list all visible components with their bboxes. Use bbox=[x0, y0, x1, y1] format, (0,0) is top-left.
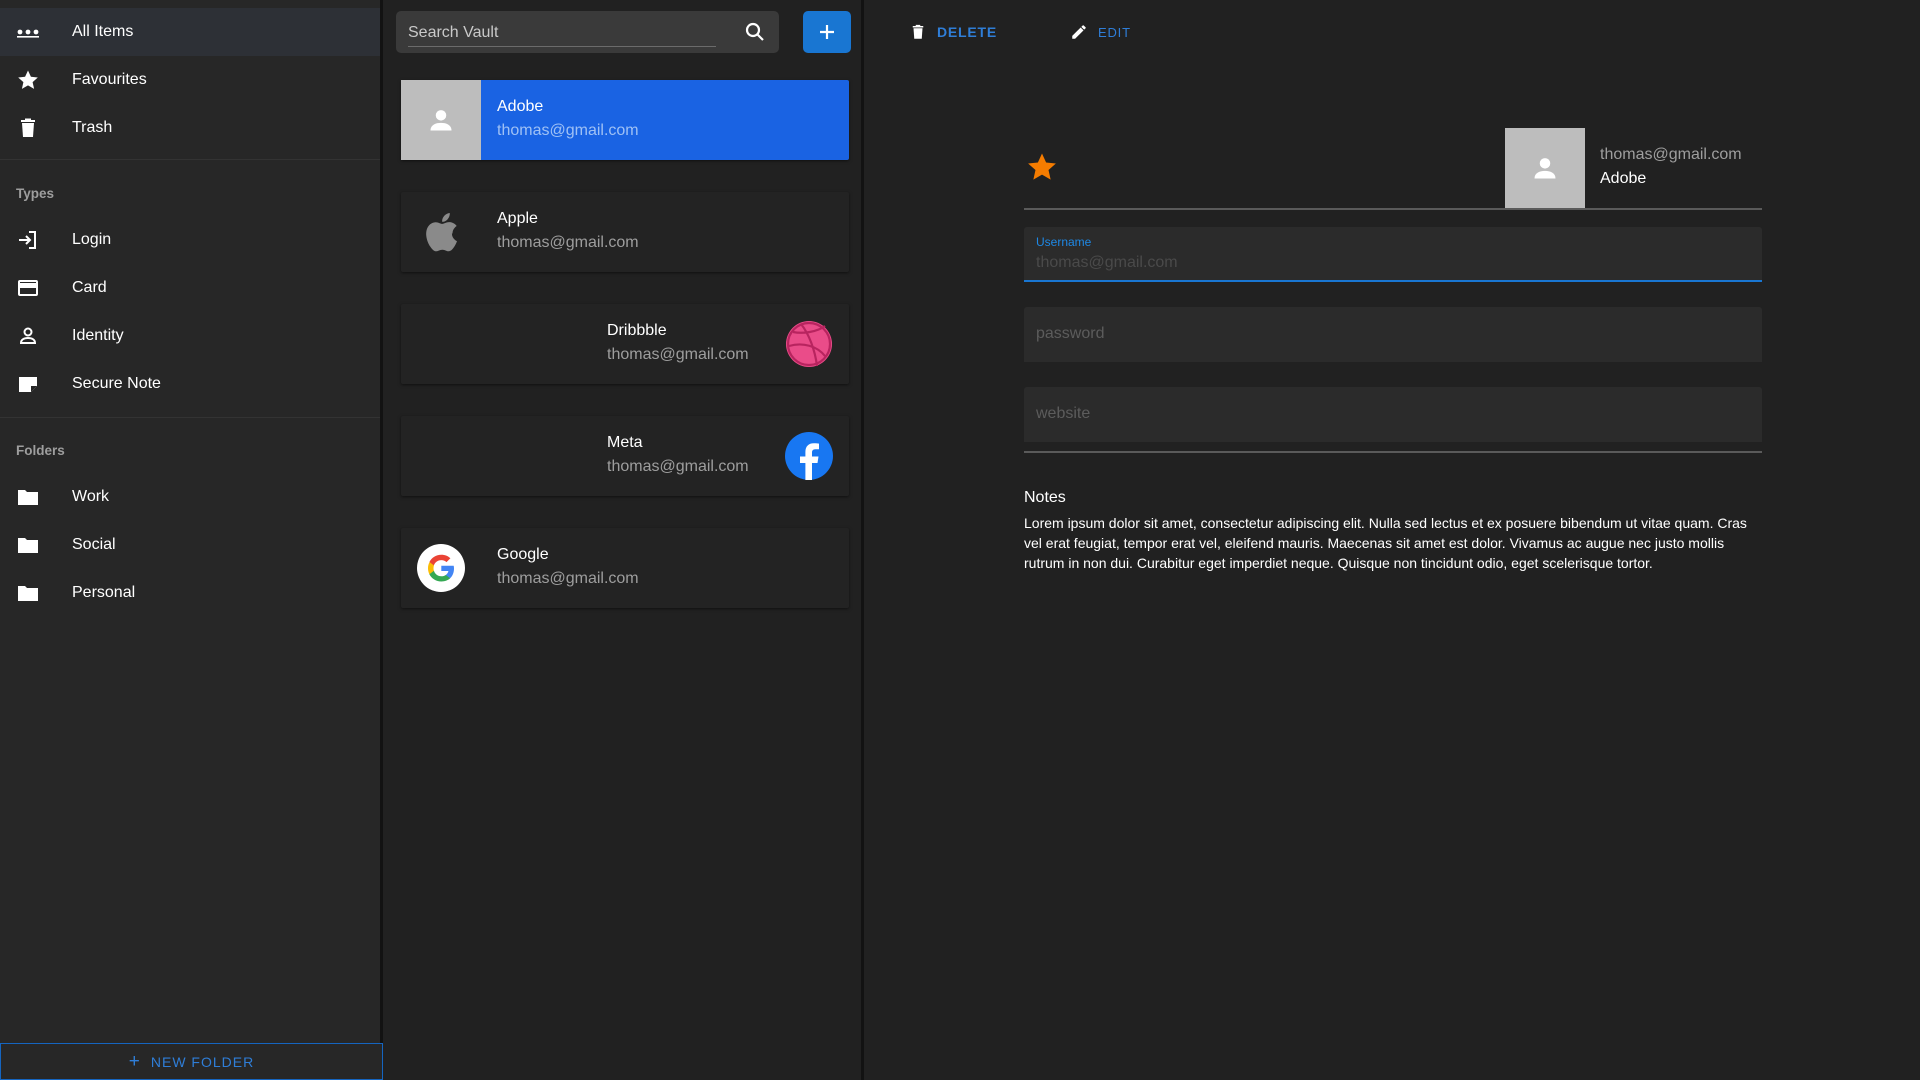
sidebar-item-identity[interactable]: Identity bbox=[0, 312, 380, 360]
item-subtitle: thomas@gmail.com bbox=[497, 122, 639, 139]
username-label: Username bbox=[1036, 235, 1092, 249]
sidebar-divider bbox=[0, 159, 380, 160]
new-folder-button[interactable]: + NEW FOLDER bbox=[0, 1043, 383, 1080]
trash-icon bbox=[912, 24, 924, 39]
sidebar-item-label: All Items bbox=[72, 23, 134, 40]
sidebar-item-label: Identity bbox=[72, 327, 124, 344]
item-title: Dribbble bbox=[607, 322, 667, 339]
delete-label: DELETE bbox=[937, 24, 998, 40]
username-input[interactable] bbox=[1036, 252, 1736, 274]
item-detail-pane: DELETE EDIT thomas@gmail.com Adobe Usern… bbox=[867, 0, 1920, 1080]
search-box bbox=[396, 11, 779, 53]
facebook-logo-icon bbox=[784, 431, 834, 481]
folder-icon bbox=[16, 485, 40, 509]
fields-divider bbox=[1024, 451, 1762, 453]
note-icon bbox=[16, 372, 40, 396]
vault-item-list-pane: Adobe thomas@gmail.com Apple thomas@gmai… bbox=[386, 0, 864, 1080]
sidebar-folders-group: Work Social Personal bbox=[0, 473, 380, 617]
apple-logo-icon bbox=[416, 207, 466, 257]
item-title: Adobe bbox=[1600, 170, 1647, 187]
sidebar-item-secure-note[interactable]: Secure Note bbox=[0, 360, 380, 408]
sidebar-item-label: Personal bbox=[72, 584, 136, 601]
sidebar-item-label: Social bbox=[72, 536, 116, 553]
folder-icon bbox=[16, 533, 40, 557]
pencil-icon bbox=[1072, 25, 1086, 39]
vault-item-google[interactable]: Google thomas@gmail.com bbox=[401, 528, 849, 608]
star-icon bbox=[16, 68, 40, 92]
plus-icon bbox=[820, 25, 834, 39]
item-title: Adobe bbox=[497, 98, 544, 115]
header-divider bbox=[1024, 208, 1762, 210]
credit-card-icon bbox=[16, 276, 40, 300]
login-icon bbox=[16, 228, 40, 252]
password-field bbox=[1024, 307, 1762, 362]
item-subtitle: thomas@gmail.com bbox=[607, 346, 749, 363]
sidebar-item-label: Secure Note bbox=[72, 375, 161, 392]
sidebar-item-label: Work bbox=[72, 488, 110, 505]
sidebar-item-label: Favourites bbox=[72, 71, 147, 88]
notes-text: Lorem ipsum dolor sit amet, consectetur … bbox=[1024, 515, 1747, 571]
sidebar-item-card[interactable]: Card bbox=[0, 264, 380, 312]
sidebar-item-label: Login bbox=[72, 231, 112, 248]
notes-title: Notes bbox=[1024, 489, 1066, 506]
trash-icon bbox=[16, 116, 40, 140]
vault-item-dribbble[interactable]: Dribbble thomas@gmail.com bbox=[401, 304, 849, 384]
more-dots-icon bbox=[16, 20, 40, 44]
folder-icon bbox=[16, 581, 40, 605]
item-title: Meta bbox=[607, 434, 643, 451]
vault-item-apple[interactable]: Apple thomas@gmail.com bbox=[401, 192, 849, 272]
person-icon bbox=[16, 324, 40, 348]
username-field: Username bbox=[1024, 227, 1762, 282]
person-placeholder-icon bbox=[401, 80, 481, 160]
types-section-title: Types bbox=[16, 186, 55, 201]
dribbble-logo-icon bbox=[784, 319, 834, 369]
edit-label: EDIT bbox=[1098, 24, 1131, 40]
new-folder-label: NEW FOLDER bbox=[150, 1053, 255, 1070]
search-icon[interactable] bbox=[743, 20, 767, 44]
item-email: thomas@gmail.com bbox=[1600, 146, 1742, 163]
sidebar-item-favourites[interactable]: Favourites bbox=[0, 56, 380, 104]
vault-app: All Items Favourites Trash Types Login C… bbox=[0, 0, 1920, 1080]
item-subtitle: thomas@gmail.com bbox=[497, 234, 639, 251]
item-subtitle: thomas@gmail.com bbox=[607, 458, 749, 475]
item-title: Google bbox=[497, 546, 549, 563]
sidebar-item-social[interactable]: Social bbox=[0, 521, 380, 569]
sidebar-item-label: Card bbox=[72, 279, 107, 296]
sidebar-divider bbox=[0, 417, 380, 418]
favourite-star-icon[interactable] bbox=[1025, 150, 1059, 184]
sidebar: All Items Favourites Trash Types Login C… bbox=[0, 0, 383, 1080]
sidebar-item-all-items[interactable]: All Items bbox=[0, 8, 380, 56]
password-input[interactable] bbox=[1036, 323, 1736, 345]
sidebar-item-login[interactable]: Login bbox=[0, 216, 380, 264]
sidebar-item-personal[interactable]: Personal bbox=[0, 569, 380, 617]
sidebar-item-work[interactable]: Work bbox=[0, 473, 380, 521]
sidebar-types-group: Login Card Identity Secure Note bbox=[0, 216, 380, 408]
website-field bbox=[1024, 387, 1762, 442]
sidebar-main-group: All Items Favourites Trash bbox=[0, 8, 380, 152]
sidebar-item-label: Trash bbox=[72, 119, 113, 136]
item-title: Apple bbox=[497, 210, 538, 227]
google-logo-icon bbox=[416, 543, 466, 593]
edit-button[interactable]: EDIT bbox=[1070, 18, 1131, 46]
sidebar-item-trash[interactable]: Trash bbox=[0, 104, 380, 152]
item-subtitle: thomas@gmail.com bbox=[497, 570, 639, 587]
plus-icon: + bbox=[128, 1051, 141, 1072]
add-item-button[interactable] bbox=[803, 11, 851, 53]
person-placeholder-icon bbox=[1534, 158, 1556, 179]
item-avatar bbox=[1505, 128, 1585, 208]
vault-item-adobe[interactable]: Adobe thomas@gmail.com bbox=[401, 80, 849, 160]
website-input[interactable] bbox=[1036, 403, 1736, 425]
folders-section-title: Folders bbox=[16, 443, 65, 458]
delete-button[interactable]: DELETE bbox=[909, 18, 997, 46]
vault-item-meta[interactable]: Meta thomas@gmail.com bbox=[401, 416, 849, 496]
search-input[interactable] bbox=[408, 19, 716, 47]
